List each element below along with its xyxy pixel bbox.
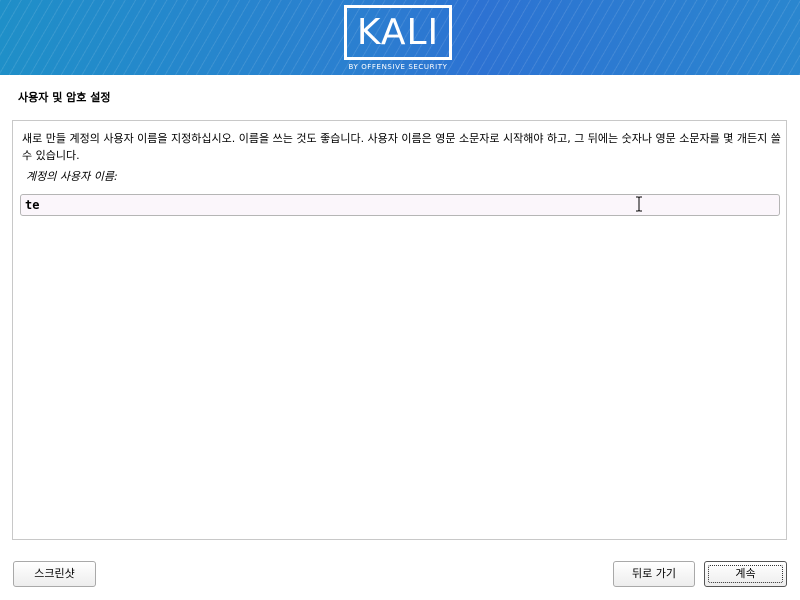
- kali-logo: KALI: [344, 5, 452, 60]
- logo-text: KALI: [356, 12, 440, 53]
- username-field-label: 계정의 사용자 이름:: [26, 170, 118, 183]
- description-text: 새로 만들 계정의 사용자 이름을 지정하십시오. 이름을 쓰는 것도 좋습니다…: [22, 132, 781, 162]
- focus-ring: [708, 565, 783, 583]
- screenshot-button[interactable]: 스크린샷: [13, 561, 96, 587]
- i-beam-cursor-icon: [636, 196, 642, 212]
- username-input[interactable]: [20, 194, 780, 216]
- header-banner: KALI BY OFFENSIVE SECURITY: [0, 0, 800, 75]
- back-button[interactable]: 뒤로 가기: [613, 561, 695, 587]
- continue-button[interactable]: 계속: [704, 561, 787, 587]
- content-panel: [12, 120, 787, 540]
- page-title: 사용자 및 암호 설정: [18, 91, 111, 104]
- logo-subtitle: BY OFFENSIVE SECURITY: [348, 63, 448, 71]
